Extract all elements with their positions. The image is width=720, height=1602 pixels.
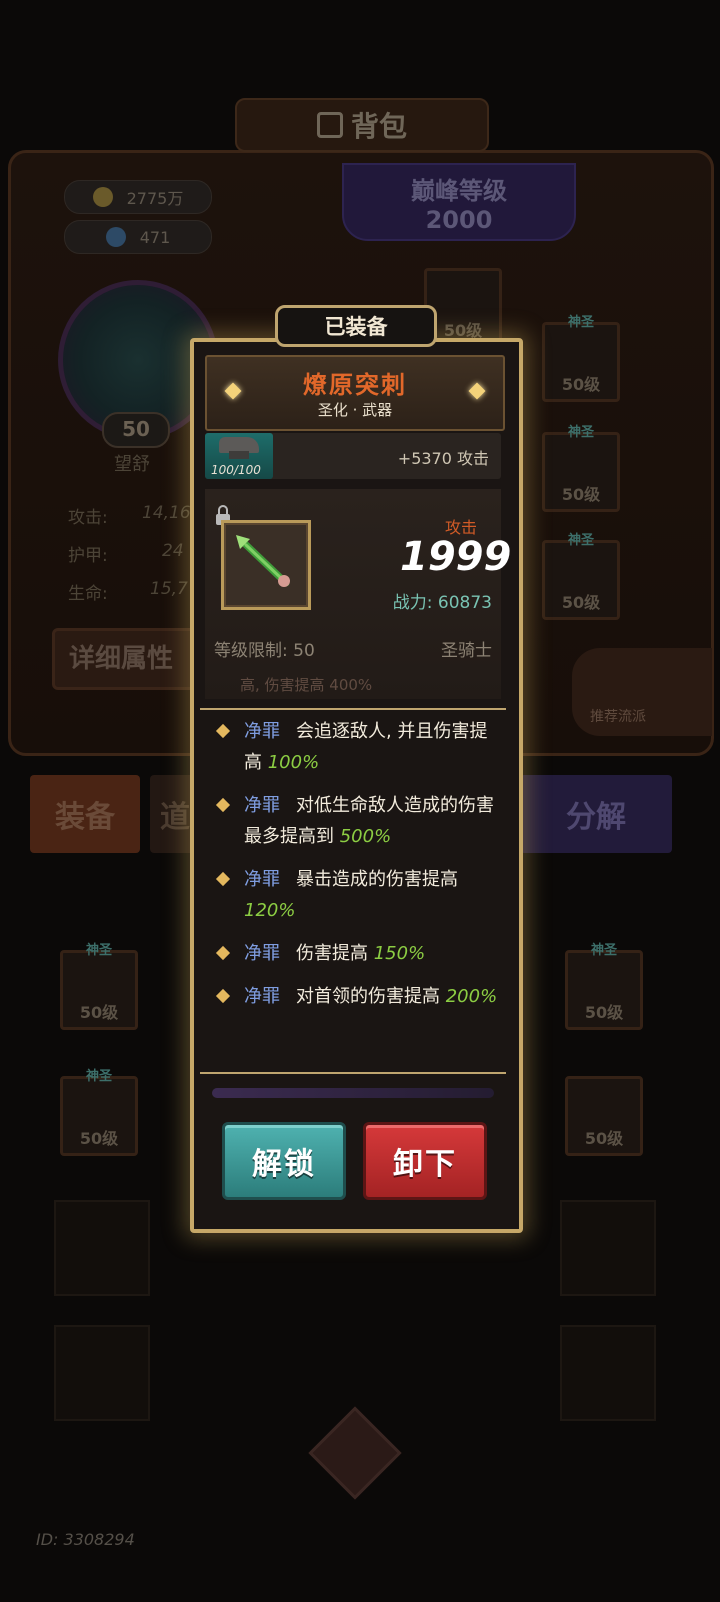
recommend-label: 推荐流派 [590, 709, 646, 725]
stat-armor-value: 24 [162, 541, 184, 561]
slot-level: 50级 [79, 1003, 119, 1022]
class-requirement: 圣骑士 [441, 641, 492, 661]
effect-keyword: 净罪 [244, 721, 280, 742]
effect-percent: 120% [244, 900, 296, 921]
tab-equipment[interactable]: 装备 [30, 775, 140, 853]
stat-attack-value: 14,16 [142, 503, 191, 523]
close-x-icon[interactable] [308, 1406, 402, 1500]
spear-icon [236, 535, 290, 587]
effect-item: 净罪 伤害提高 150% [214, 938, 498, 969]
recommend-build-button[interactable]: 推荐流派 [572, 648, 712, 736]
gear-slot-ring[interactable]: 神圣 50级 [542, 425, 620, 512]
stat-hp-value: 15,7 [150, 579, 188, 599]
item-name-banner: 燎原突刺 圣化 · 武器 [205, 355, 505, 431]
user-id: ID: 3308294 [36, 1530, 135, 1549]
combat-power: 战力: 60873 [392, 593, 492, 613]
effect-item: 净罪 暴击造成的伤害提高 120% [214, 864, 498, 926]
forge-progress: 100/100 [211, 463, 261, 477]
effect-keyword: 净罪 [244, 943, 280, 964]
gold-amount: 2775万 [126, 189, 184, 208]
diamond-bullet-icon [215, 871, 231, 887]
effect-percent: 200% [445, 986, 498, 1007]
gear-slot-helmet[interactable]: 神圣 50级 [542, 315, 620, 402]
detail-attributes-button[interactable]: 详细属性 [52, 628, 212, 690]
slot-tag: 神圣 [85, 1069, 112, 1084]
gear-slot-chest[interactable]: 神圣 50级 [60, 943, 138, 1030]
divider [200, 1072, 506, 1074]
gem-counter: 471 [64, 220, 212, 254]
scrolled-effect-text: 高, 伤害提高 400% [240, 676, 373, 694]
item-name: 燎原突刺 [303, 371, 407, 399]
hero-name: 望舒 [114, 454, 150, 475]
effect-keyword: 净罪 [244, 986, 280, 1007]
effect-percent: 150% [373, 943, 426, 964]
effect-item: 净罪 对首领的伤害提高 200% [214, 981, 498, 1012]
effect-item: 净罪 对低生命敌人造成的伤害最多提高到 500% [214, 790, 498, 852]
diamond-bullet-icon [215, 723, 231, 739]
gear-slot-weapon[interactable]: 50级 [565, 1076, 643, 1156]
gear-slot-legs[interactable]: 神圣 50级 [565, 943, 643, 1030]
peak-level-label: 巅峰等级 [411, 177, 507, 205]
item-icon [221, 520, 311, 610]
slot-tag: 神圣 [567, 533, 594, 548]
stat-armor-label: 护甲: [68, 546, 108, 566]
unlock-button[interactable]: 解锁 [222, 1122, 346, 1200]
level-requirement: 等级限制: 50 [214, 641, 315, 661]
slot-level: 50级 [584, 1129, 624, 1148]
stat-attack-label: 攻击: [68, 508, 108, 528]
inventory-cell[interactable] [560, 1200, 656, 1296]
anvil-base [229, 451, 249, 459]
diamond-bullet-icon [215, 945, 231, 961]
forge-row: 100/100 +5370 攻击 [205, 433, 501, 479]
item-subtitle: 圣化 · 武器 [317, 401, 393, 419]
attack-value: 1999 [400, 534, 512, 580]
gem-icon [105, 227, 126, 247]
inventory-cell[interactable] [54, 1325, 150, 1421]
stat-hp-label: 生命: [68, 584, 108, 604]
hero-level-badge: 50 [102, 412, 170, 448]
slot-tag: 神圣 [567, 315, 594, 330]
backpack-title-text: 背包 [350, 110, 407, 143]
effect-text: 暴击造成的伤害提高 [296, 869, 458, 890]
slot-level: 50级 [561, 593, 601, 612]
backpack-title: 背包 [235, 98, 489, 152]
divider [200, 708, 506, 710]
tab-decompose[interactable]: 分解 [520, 775, 672, 853]
effect-percent: 500% [339, 826, 392, 847]
inventory-cell[interactable] [54, 1200, 150, 1296]
effect-item: 净罪 会追逐敌人, 并且伤害提高 100% [214, 716, 498, 778]
effect-percent: 100% [267, 752, 320, 773]
inventory-cell[interactable] [560, 1325, 656, 1421]
peak-level-banner: 巅峰等级 2000 [342, 163, 576, 241]
slot-tag: 神圣 [85, 943, 112, 958]
backpack-icon [316, 112, 343, 138]
peak-level-value: 2000 [425, 206, 493, 234]
scroll-bar [212, 1088, 494, 1098]
diamond-bullet-icon [215, 797, 231, 813]
effect-text: 伤害提高 [296, 943, 368, 964]
gold-coin-icon [92, 187, 113, 207]
unequip-button[interactable]: 卸下 [363, 1122, 487, 1200]
effect-keyword: 净罪 [244, 795, 280, 816]
gear-slot-boots[interactable]: 神圣 50级 [60, 1069, 138, 1156]
forge-bonus: +5370 攻击 [397, 449, 489, 468]
gold-counter: 2775万 [64, 180, 212, 214]
slot-level: 50级 [79, 1129, 119, 1148]
gem-amount: 471 [139, 227, 171, 247]
gear-slot-amulet[interactable]: 神圣 50级 [542, 533, 620, 620]
slot-tag: 神圣 [590, 943, 617, 958]
diamond-bullet-icon [215, 988, 231, 1004]
effect-text: 对首领的伤害提高 [296, 986, 440, 1007]
forge-badge[interactable]: 100/100 [205, 433, 273, 479]
slot-level: 50级 [561, 485, 601, 504]
slot-level: 50级 [584, 1003, 624, 1022]
equipped-tag: 已装备 [275, 305, 437, 347]
slot-tag: 神圣 [567, 425, 594, 440]
effect-keyword: 净罪 [244, 869, 280, 890]
slot-level: 50级 [561, 375, 601, 394]
effect-list[interactable]: 净罪 会追逐敌人, 并且伤害提高 100% 净罪 对低生命敌人造成的伤害最多提高到 … [214, 716, 498, 1024]
